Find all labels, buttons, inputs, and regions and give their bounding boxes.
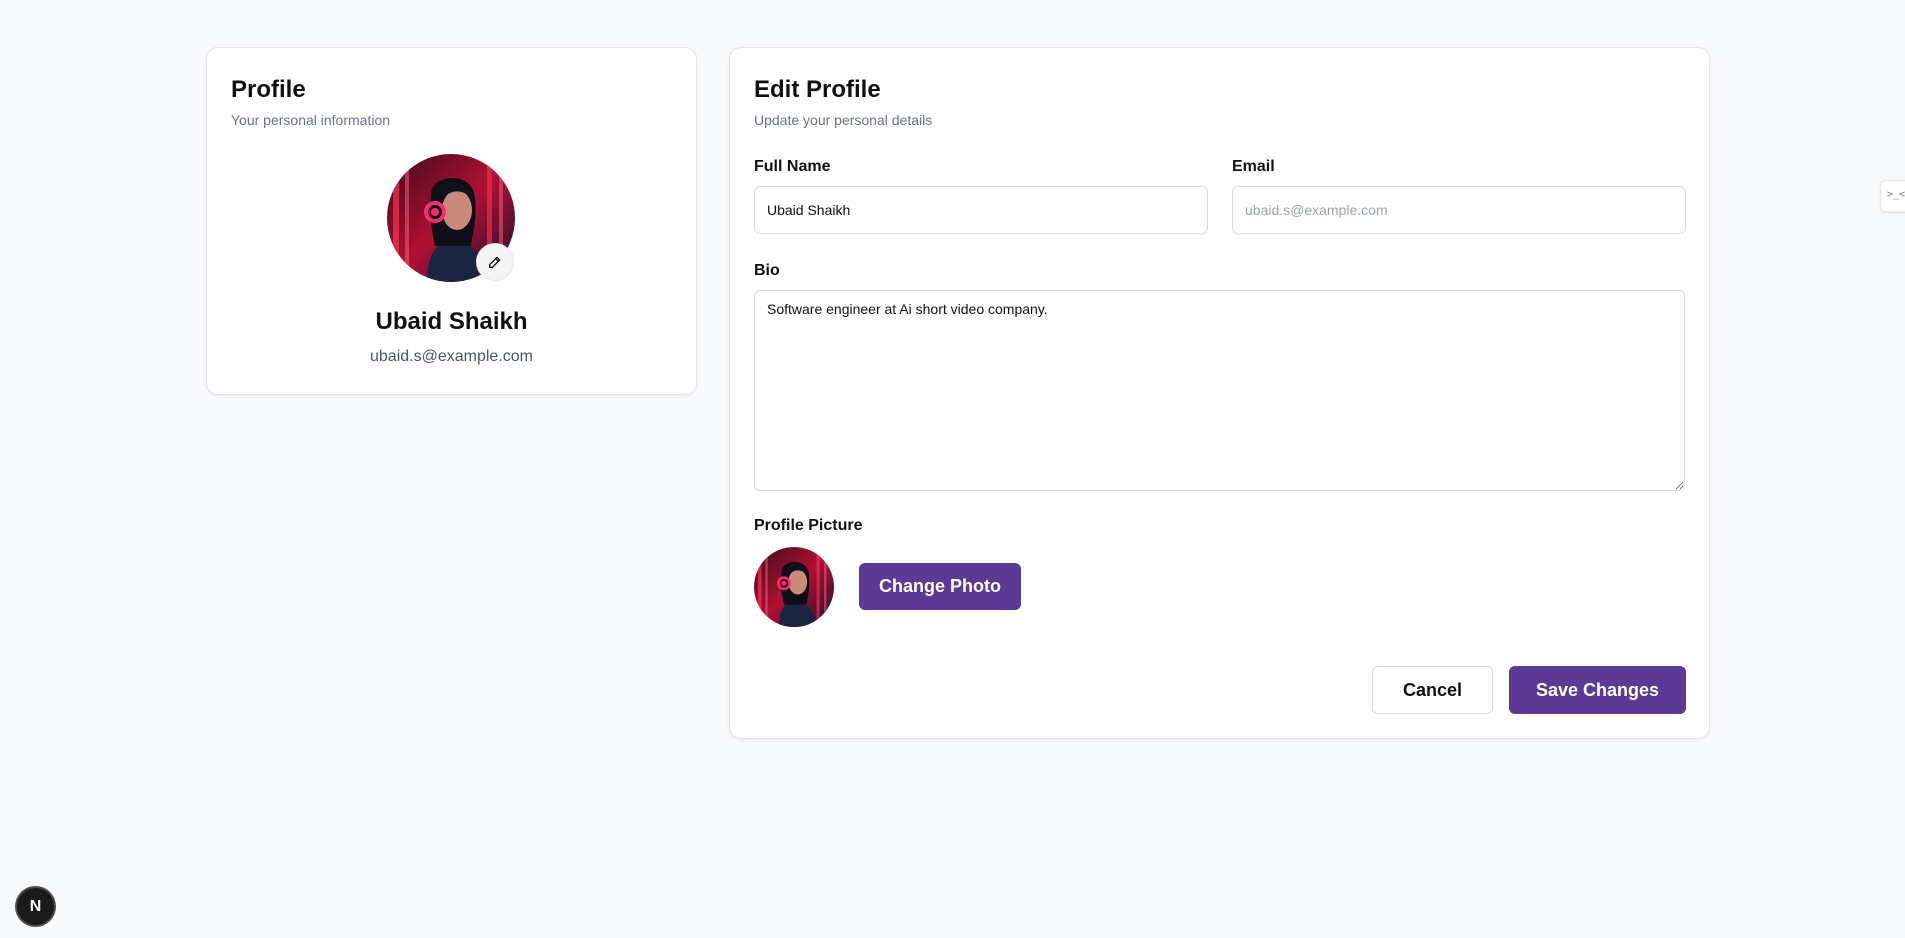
terminal-icon: >_< (1887, 189, 1905, 200)
edit-profile-subtitle: Update your personal details (754, 112, 933, 128)
profile-card-subtitle: Your personal information (231, 112, 391, 128)
edit-profile-title: Edit Profile (754, 76, 881, 103)
full-name-label: Full Name (754, 158, 831, 175)
profile-card-title: Profile (231, 76, 306, 103)
profile-picture-label: Profile Picture (754, 517, 863, 534)
pencil-icon (489, 256, 501, 268)
edit-profile-card: Edit Profile Update your personal detail… (729, 47, 1710, 739)
edit-avatar-button[interactable] (476, 243, 514, 281)
profile-card: Profile Your personal information Ubaid … (206, 47, 697, 395)
email-input[interactable] (1232, 186, 1686, 234)
display-email: ubaid.s@example.com (370, 348, 533, 365)
next-logo-icon: N (29, 897, 42, 915)
avatar-image (754, 547, 834, 627)
next-dev-badge[interactable]: N (17, 888, 54, 925)
profile-picture-preview (754, 547, 834, 627)
bio-label: Bio (754, 262, 780, 279)
change-photo-button[interactable]: Change Photo (859, 563, 1021, 610)
cancel-button[interactable]: Cancel (1372, 666, 1493, 714)
display-name: Ubaid Shaikh (375, 308, 528, 335)
full-name-input[interactable] (754, 186, 1208, 234)
email-label: Email (1232, 158, 1275, 175)
save-changes-button[interactable]: Save Changes (1509, 666, 1686, 714)
edge-devtools-tab[interactable]: >_< (1880, 180, 1905, 212)
bio-textarea[interactable]: Software engineer at Ai short video comp… (754, 290, 1685, 491)
